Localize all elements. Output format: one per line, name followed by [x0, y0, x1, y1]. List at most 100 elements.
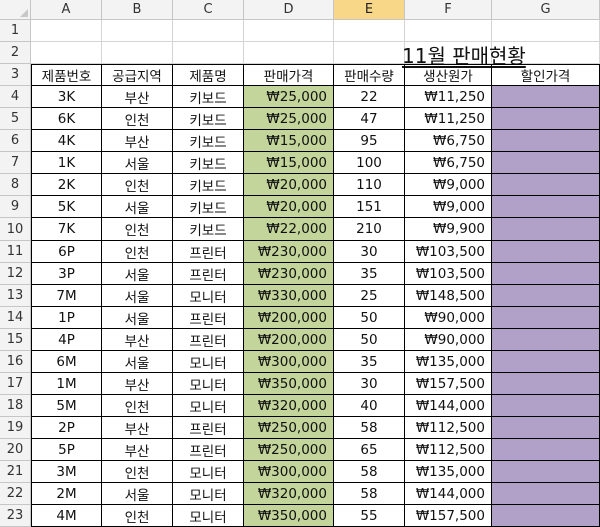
- table-cell[interactable]: 2M: [31, 483, 102, 505]
- column-header-g[interactable]: G: [492, 0, 600, 20]
- table-cell[interactable]: 1M: [31, 373, 102, 395]
- table-cell[interactable]: 키보드: [173, 174, 244, 196]
- table-cell[interactable]: 35: [334, 351, 405, 373]
- table-cell[interactable]: [492, 218, 600, 241]
- table-cell[interactable]: 5P: [31, 439, 102, 461]
- table-cell[interactable]: 프린터: [173, 263, 244, 285]
- table-cell[interactable]: 인천: [102, 241, 173, 263]
- table-cell[interactable]: ₩15,000: [244, 152, 334, 174]
- row-header-23[interactable]: 23: [0, 505, 31, 527]
- table-cell[interactable]: [492, 395, 600, 417]
- table-cell[interactable]: [492, 439, 600, 461]
- table-cell[interactable]: [492, 461, 600, 483]
- header-cell-f[interactable]: 생산원가: [405, 64, 492, 86]
- cell[interactable]: [492, 20, 600, 42]
- cell[interactable]: [173, 20, 244, 42]
- table-cell[interactable]: 부산: [102, 130, 173, 152]
- table-cell[interactable]: 모니터: [173, 285, 244, 307]
- table-cell[interactable]: 프린터: [173, 241, 244, 263]
- table-cell[interactable]: ₩230,000: [244, 241, 334, 263]
- table-cell[interactable]: ₩6,750: [405, 152, 492, 174]
- table-cell[interactable]: ₩135,000: [405, 461, 492, 483]
- header-cell-e[interactable]: 판매수량: [334, 64, 405, 86]
- cell[interactable]: [334, 20, 405, 42]
- table-cell[interactable]: ₩9,000: [405, 196, 492, 218]
- table-cell[interactable]: 키보드: [173, 86, 244, 108]
- table-cell[interactable]: 서울: [102, 285, 173, 307]
- table-cell[interactable]: ₩320,000: [244, 483, 334, 505]
- column-header-f[interactable]: F: [405, 0, 492, 20]
- table-cell[interactable]: 서울: [102, 152, 173, 174]
- row-header-22[interactable]: 22: [0, 483, 31, 505]
- table-cell[interactable]: ₩6,750: [405, 130, 492, 152]
- table-cell[interactable]: 인천: [102, 108, 173, 130]
- table-cell[interactable]: 210: [334, 218, 405, 241]
- table-cell[interactable]: ₩200,000: [244, 307, 334, 329]
- table-cell[interactable]: 모니터: [173, 505, 244, 527]
- table-cell[interactable]: ₩112,500: [405, 417, 492, 439]
- cell[interactable]: [244, 42, 334, 64]
- table-cell[interactable]: 95: [334, 130, 405, 152]
- table-cell[interactable]: 7M: [31, 285, 102, 307]
- table-cell[interactable]: ₩11,250: [405, 108, 492, 130]
- table-cell[interactable]: 서울: [102, 196, 173, 218]
- table-cell[interactable]: 5M: [31, 395, 102, 417]
- table-cell[interactable]: 3P: [31, 263, 102, 285]
- table-cell[interactable]: ₩135,000: [405, 351, 492, 373]
- row-header-4[interactable]: 4: [0, 86, 31, 108]
- table-cell[interactable]: 인천: [102, 461, 173, 483]
- table-cell[interactable]: 30: [334, 241, 405, 263]
- table-cell[interactable]: [492, 196, 600, 218]
- table-cell[interactable]: 35: [334, 263, 405, 285]
- table-cell[interactable]: 서울: [102, 483, 173, 505]
- table-cell[interactable]: ₩148,500: [405, 285, 492, 307]
- table-cell[interactable]: 58: [334, 417, 405, 439]
- table-cell[interactable]: 2P: [31, 417, 102, 439]
- header-cell-b[interactable]: 공급지역: [102, 64, 173, 86]
- cell[interactable]: [244, 20, 334, 42]
- table-cell[interactable]: 22: [334, 86, 405, 108]
- row-header-18[interactable]: 18: [0, 395, 31, 417]
- table-cell[interactable]: [492, 241, 600, 263]
- table-cell[interactable]: [492, 108, 600, 130]
- header-cell-a[interactable]: 제품번호: [31, 64, 102, 86]
- table-cell[interactable]: [492, 152, 600, 174]
- header-cell-g[interactable]: 할인가격: [492, 64, 600, 86]
- header-cell-c[interactable]: 제품명: [173, 64, 244, 86]
- row-header-9[interactable]: 9: [0, 196, 31, 218]
- table-cell[interactable]: 6P: [31, 241, 102, 263]
- table-cell[interactable]: ₩300,000: [244, 351, 334, 373]
- table-cell[interactable]: ₩157,500: [405, 505, 492, 527]
- table-cell[interactable]: 65: [334, 439, 405, 461]
- table-cell[interactable]: 50: [334, 307, 405, 329]
- table-cell[interactable]: 47: [334, 108, 405, 130]
- table-cell[interactable]: 58: [334, 483, 405, 505]
- row-header-21[interactable]: 21: [0, 461, 31, 483]
- table-cell[interactable]: ₩350,000: [244, 373, 334, 395]
- column-header-a[interactable]: A: [31, 0, 102, 20]
- table-cell[interactable]: 4K: [31, 130, 102, 152]
- table-cell[interactable]: 프린터: [173, 417, 244, 439]
- table-cell[interactable]: ₩22,000: [244, 218, 334, 241]
- table-cell[interactable]: 3K: [31, 86, 102, 108]
- table-cell[interactable]: 7K: [31, 218, 102, 241]
- table-cell[interactable]: 서울: [102, 307, 173, 329]
- table-cell[interactable]: [492, 329, 600, 351]
- table-cell[interactable]: 모니터: [173, 483, 244, 505]
- row-header-3[interactable]: 3: [0, 64, 31, 86]
- table-cell[interactable]: 3M: [31, 461, 102, 483]
- table-cell[interactable]: 인천: [102, 505, 173, 527]
- table-cell[interactable]: [492, 417, 600, 439]
- table-cell[interactable]: ₩250,000: [244, 439, 334, 461]
- table-cell[interactable]: 25: [334, 285, 405, 307]
- select-all-corner[interactable]: [0, 0, 31, 20]
- table-cell[interactable]: 부산: [102, 439, 173, 461]
- table-cell[interactable]: 2K: [31, 174, 102, 196]
- row-header-20[interactable]: 20: [0, 439, 31, 461]
- table-cell[interactable]: 서울: [102, 351, 173, 373]
- table-cell[interactable]: 인천: [102, 218, 173, 241]
- table-cell[interactable]: [492, 483, 600, 505]
- table-cell[interactable]: 키보드: [173, 152, 244, 174]
- table-cell[interactable]: [492, 307, 600, 329]
- table-cell[interactable]: ₩230,000: [244, 263, 334, 285]
